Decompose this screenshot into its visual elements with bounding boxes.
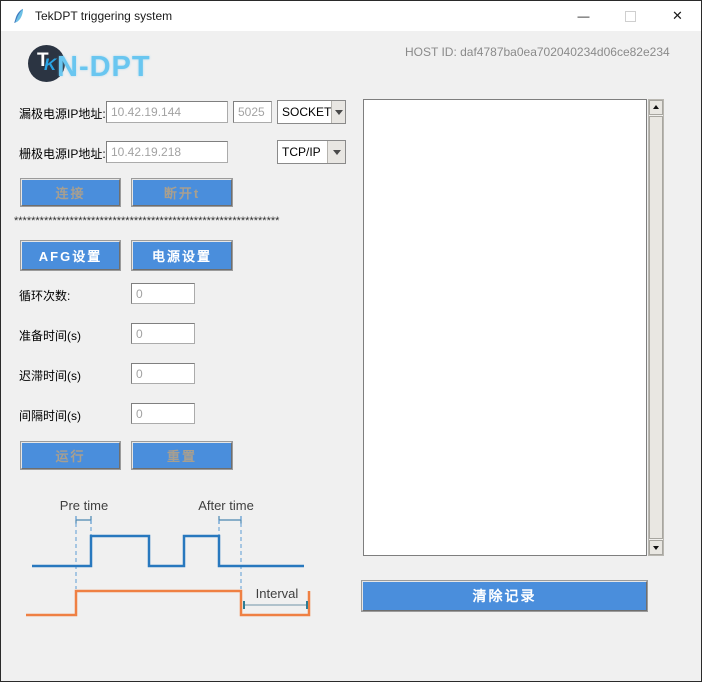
drain-ip-label: 漏极电源IP地址: <box>19 105 106 122</box>
caption-buttons: — ✕ <box>560 1 701 31</box>
log-textarea[interactable] <box>363 99 647 556</box>
scrollbar-thumb[interactable] <box>649 116 663 539</box>
logo-letter-k: K <box>44 55 56 75</box>
arrow-up-icon <box>653 102 659 109</box>
cycle-count-label: 循环次数: <box>19 287 70 304</box>
interval-time-input[interactable] <box>131 403 195 424</box>
log-scrollbar[interactable] <box>648 99 664 556</box>
maximize-button[interactable] <box>607 1 654 31</box>
chevron-down-icon[interactable] <box>327 141 345 163</box>
drain-protocol-value: SOCKET <box>278 105 331 119</box>
minimize-button[interactable]: — <box>560 1 607 31</box>
run-button[interactable]: 运行 <box>21 442 120 469</box>
after-time-bracket <box>219 516 241 524</box>
prepare-time-input[interactable] <box>131 323 195 344</box>
disconnect-button[interactable]: 断开t <box>132 179 232 206</box>
close-icon: ✕ <box>672 8 683 24</box>
chevron-down-icon[interactable] <box>331 101 345 123</box>
title-bar: TekDPT triggering system — ✕ <box>1 1 701 31</box>
gate-ip-label: 栅极电源IP地址: <box>19 145 106 162</box>
host-id-text: HOST ID: daf4787ba0ea702040234d06ce82e23… <box>405 45 670 59</box>
cycle-count-input[interactable] <box>131 283 195 304</box>
minimize-icon: — <box>578 9 590 23</box>
interval-time-label: 间隔时间(s) <box>19 407 81 424</box>
power-settings-button[interactable]: 电源设置 <box>132 241 232 270</box>
reset-button[interactable]: 重置 <box>132 442 232 469</box>
connect-button[interactable]: 连接 <box>21 179 120 206</box>
drain-ip-input[interactable] <box>106 101 228 123</box>
gate-pulse-waveform <box>32 536 304 566</box>
arrow-down-icon <box>653 546 659 553</box>
pre-time-label: Pre time <box>60 498 108 513</box>
gate-protocol-select[interactable]: TCP/IP <box>277 140 346 164</box>
gate-protocol-value: TCP/IP <box>278 145 321 159</box>
window-title: TekDPT triggering system <box>35 9 172 23</box>
pre-time-bracket <box>76 516 91 524</box>
scroll-up-button[interactable] <box>649 100 663 115</box>
clear-log-button[interactable]: 清除记录 <box>362 581 647 611</box>
drain-protocol-select[interactable]: SOCKET <box>277 100 346 124</box>
drain-port-input[interactable] <box>233 101 272 123</box>
timing-diagram: Pre time After time Interval <box>16 493 336 635</box>
asterisk-separator: ****************************************… <box>14 215 346 227</box>
logo-text: N-DPT <box>57 51 151 84</box>
delay-time-input[interactable] <box>131 363 195 384</box>
interval-label: Interval <box>256 586 299 601</box>
gate-ip-input[interactable] <box>106 141 228 163</box>
delay-time-label: 迟滞时间(s) <box>19 367 81 384</box>
app-window: TekDPT triggering system — ✕ T K N-DPT H… <box>0 0 702 682</box>
close-button[interactable]: ✕ <box>654 1 701 31</box>
afg-settings-button[interactable]: AFG设置 <box>21 241 120 270</box>
maximize-icon <box>625 11 636 22</box>
prepare-time-label: 准备时间(s) <box>19 327 81 344</box>
feather-icon <box>11 8 27 24</box>
scroll-down-button[interactable] <box>649 540 663 555</box>
after-time-label: After time <box>198 498 254 513</box>
